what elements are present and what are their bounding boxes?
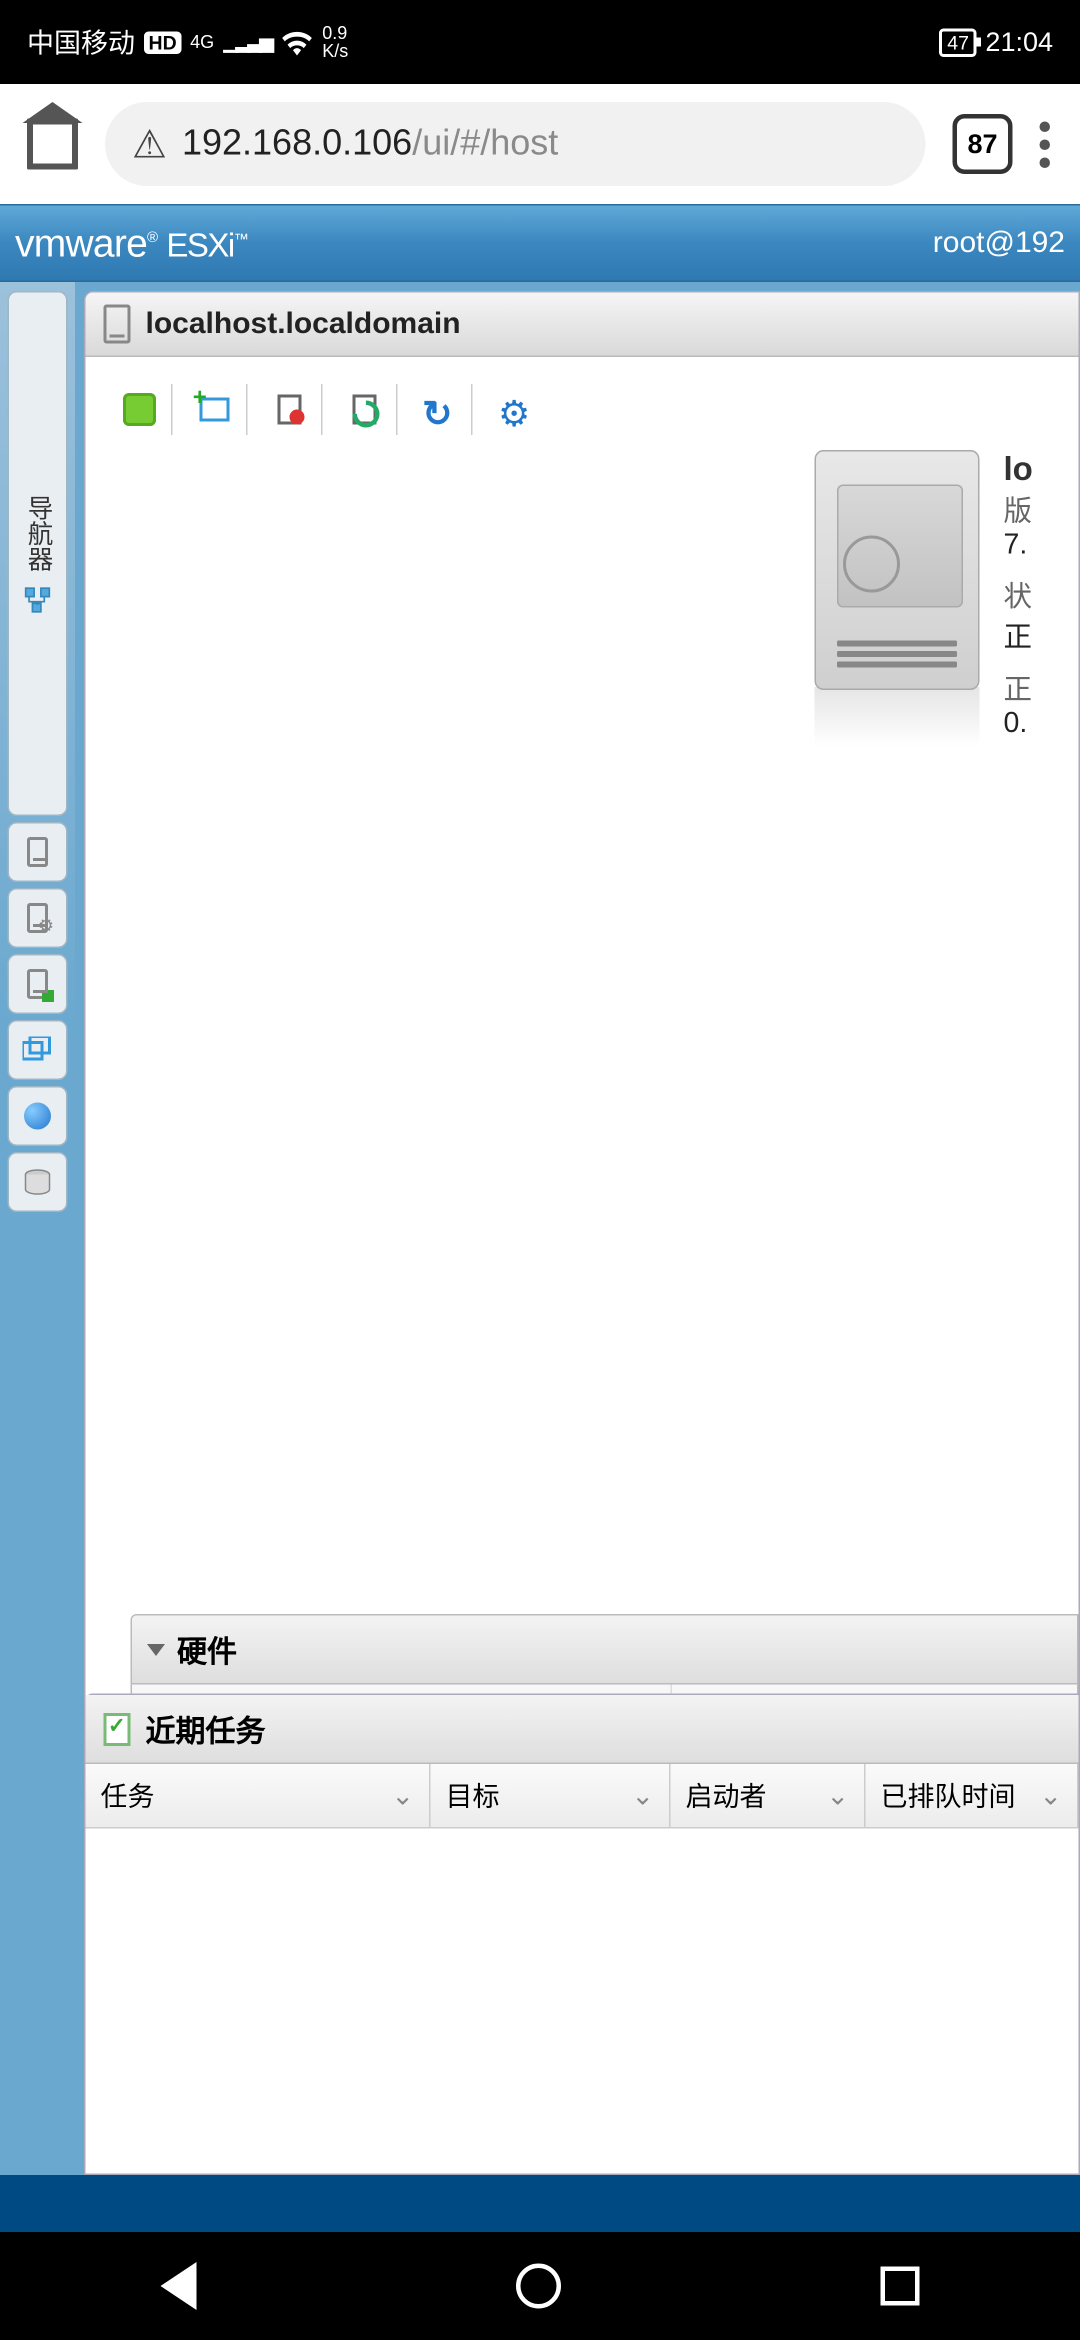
nav-tree-icon [24, 586, 51, 613]
url-host: 192.168.0.106 [182, 123, 412, 165]
sidebar-monitor-button[interactable] [8, 954, 68, 1014]
esxi-body: 导航器 ⚙ localhost.localdomain [0, 282, 1080, 2175]
home-icon[interactable] [27, 119, 78, 170]
create-vm-button[interactable] [182, 384, 248, 435]
vmware-logo: vmware® ESXi™ [15, 220, 247, 267]
actions-button[interactable] [482, 384, 548, 435]
server-image [815, 450, 980, 690]
android-nav [0, 2232, 1080, 2340]
chevron-down-icon: ⌄ [826, 1780, 849, 1812]
insecure-icon: ⚠ [132, 121, 167, 168]
sidebar: 导航器 ⚙ [0, 282, 75, 2175]
reboot-button[interactable] [332, 384, 398, 435]
tasks-body [86, 1829, 1079, 2174]
collapse-icon [147, 1643, 165, 1655]
recents-button[interactable] [881, 2267, 920, 2306]
home-button[interactable] [516, 2264, 561, 2309]
vcenter-icon [122, 393, 155, 426]
sidebar-vms-button[interactable] [8, 1020, 68, 1080]
host-icon [104, 305, 131, 344]
navigator-label: 导航器 [19, 494, 57, 571]
network-type: 4G [190, 32, 214, 53]
col-initiator[interactable]: 启动者⌄ [671, 1764, 866, 1827]
clock: 21:04 [985, 26, 1053, 58]
gear-icon [498, 393, 531, 426]
tasks-header[interactable]: 近期任务 [86, 1695, 1079, 1764]
sidebar-host-button[interactable] [8, 822, 68, 882]
panel-title-bar: localhost.localdomain [86, 293, 1079, 358]
browser-toolbar: ⚠ 192.168.0.106/ui/#/host 87 [0, 84, 1080, 204]
reboot-icon [352, 395, 376, 425]
hd-badge: HD [144, 31, 181, 54]
tasks-title: 近期任务 [146, 1707, 266, 1751]
more-menu-icon[interactable] [1025, 121, 1066, 168]
url-path: /ui/#/host [412, 123, 558, 165]
android-status-bar: 中国移动 HD 4G ▁▂▃▅ 0.9 K/s 47 21:04 [0, 0, 1080, 84]
carrier-label: 中国移动 [27, 23, 135, 62]
vcenter-button[interactable] [107, 384, 173, 435]
shutdown-button[interactable] [257, 384, 323, 435]
host-toolbar [86, 357, 1079, 450]
chevron-down-icon: ⌄ [1039, 1780, 1062, 1812]
sidebar-storage-button[interactable] [8, 1152, 68, 1212]
navigator-tab[interactable]: 导航器 [8, 291, 68, 816]
back-button[interactable] [160, 2262, 196, 2310]
url-bar[interactable]: ⚠ 192.168.0.106/ui/#/host [105, 102, 926, 186]
create-vm-icon [199, 398, 229, 422]
hardware-header[interactable]: 硬件 [132, 1616, 1077, 1685]
chevron-down-icon: ⌄ [391, 1780, 414, 1812]
power-icon [277, 395, 301, 425]
sidebar-network-button[interactable] [8, 1086, 68, 1146]
esxi-header: vmware® ESXi™ root@192 [0, 204, 1080, 282]
recent-tasks-panel: 近期任务 任务⌄ 目标⌄ 启动者⌄ 已排队时间⌄ [84, 1694, 1080, 2176]
chevron-down-icon: ⌄ [631, 1780, 654, 1812]
battery-icon: 47 [940, 28, 977, 57]
host-summary: lo 版 7. 状 正 正 0. [86, 450, 1079, 768]
col-task[interactable]: 任务⌄ [86, 1764, 431, 1827]
tasks-columns: 任务⌄ 目标⌄ 启动者⌄ 已排队时间⌄ [86, 1764, 1079, 1829]
refresh-icon [422, 393, 455, 426]
panel-title: localhost.localdomain [146, 307, 461, 342]
tab-count-button[interactable]: 87 [953, 114, 1013, 174]
net-speed: 0.9 K/s [322, 24, 348, 60]
host-info: lo 版 7. 状 正 正 0. [1004, 450, 1064, 753]
wifi-icon [280, 29, 313, 56]
refresh-button[interactable] [407, 384, 473, 435]
signal-icon: ▁▂▃▅ [223, 30, 271, 54]
sidebar-manage-button[interactable]: ⚙ [8, 888, 68, 948]
user-label[interactable]: root@192 [933, 226, 1065, 261]
footer-bar [0, 2175, 1080, 2232]
col-queued[interactable]: 已排队时间⌄ [866, 1764, 1079, 1827]
tasks-icon [104, 1712, 131, 1745]
col-target[interactable]: 目标⌄ [431, 1764, 671, 1827]
hardware-title: 硬件 [177, 1628, 237, 1672]
